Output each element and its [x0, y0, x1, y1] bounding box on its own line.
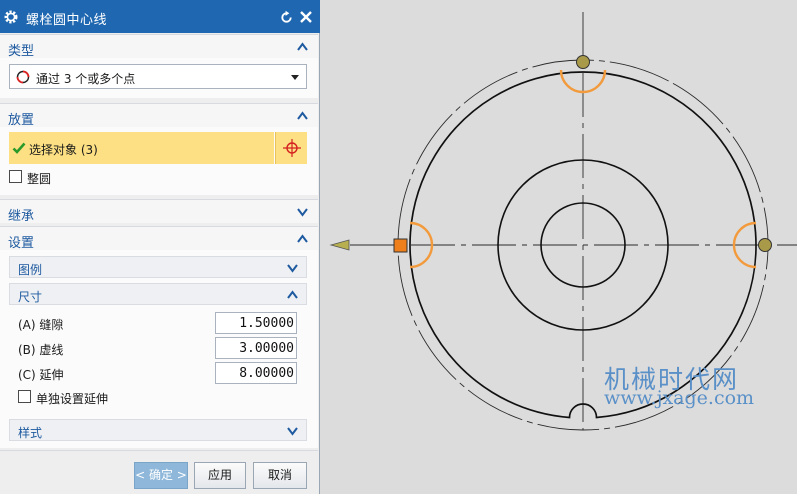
selected-point-right[interactable] [758, 238, 772, 252]
bolt-circle-centerline-dialog: 螺栓圆中心线 类型 通过 3 个或多个点 放置 选择对象 (3) 整圆 继承 设… [0, 0, 320, 494]
subsection-size-label: 尺寸 [18, 290, 43, 304]
separate-extension-label: 单独设置延伸 [36, 392, 109, 406]
chevron-up-icon [297, 234, 308, 243]
section-inherit-label: 继承 [8, 209, 35, 224]
extension-input[interactable] [215, 362, 297, 384]
close-icon[interactable] [299, 10, 313, 24]
separate-extension-checkbox[interactable]: 单独设置延伸 [18, 389, 114, 406]
selected-point-top[interactable] [576, 55, 590, 69]
dialog-titlebar: 螺栓圆中心线 [0, 0, 320, 33]
gap-label: (A) 缝隙 [18, 318, 64, 332]
full-circle-label: 整圆 [27, 172, 52, 186]
cancel-button[interactable]: 取消 [253, 462, 307, 489]
section-inherit-header[interactable]: 继承 [0, 199, 318, 224]
checkbox-box[interactable] [9, 170, 22, 183]
section-type-label: 类型 [8, 44, 35, 59]
chevron-up-icon [297, 111, 308, 120]
extension-label: (C) 延伸 [18, 368, 64, 382]
type-dropdown[interactable]: 通过 3 个或多个点 [9, 64, 307, 89]
type-dropdown-value: 通过 3 个或多个点 [36, 72, 136, 86]
section-placement-label: 放置 [8, 113, 35, 128]
dialog-title: 螺栓圆中心线 [26, 13, 108, 28]
crosshair-icon [283, 139, 301, 157]
section-type-header[interactable]: 类型 [0, 34, 318, 59]
dropdown-arrow-icon [291, 75, 299, 80]
subsection-legend-label: 图例 [18, 263, 43, 277]
subsection-style-label: 样式 [18, 426, 43, 440]
subsection-size-header[interactable]: 尺寸 [9, 283, 307, 305]
select-object-row[interactable]: 选择对象 (3) [9, 132, 274, 164]
reset-icon[interactable] [279, 10, 294, 25]
gap-field-row: (A) 缝隙 [18, 312, 300, 334]
chevron-down-icon [287, 427, 298, 436]
watermark-url: www.jxage.com [604, 387, 755, 409]
chevron-down-icon [287, 264, 298, 273]
extension-field-row: (C) 延伸 [18, 362, 300, 384]
checkmark-icon [12, 142, 26, 154]
circle-type-icon [16, 70, 30, 84]
section-settings-header[interactable]: 设置 [0, 226, 318, 251]
dash-label: (B) 虚线 [18, 343, 64, 357]
direction-arrow-icon[interactable] [329, 239, 350, 251]
section-settings-label: 设置 [8, 236, 35, 251]
gear-icon [4, 10, 18, 24]
full-circle-checkbox[interactable]: 整圆 [9, 169, 69, 186]
ok-button[interactable]: < 确定 > [134, 462, 188, 489]
select-object-label: 选择对象 (3) [29, 143, 98, 157]
selected-point-left[interactable] [393, 238, 408, 253]
checkbox-box[interactable] [18, 390, 31, 403]
chevron-up-icon [287, 290, 298, 299]
section-placement-header[interactable]: 放置 [0, 103, 318, 128]
dash-input[interactable] [215, 337, 297, 359]
dash-field-row: (B) 虚线 [18, 337, 300, 359]
chevron-down-icon [297, 208, 308, 217]
point-selector-button[interactable] [275, 132, 307, 164]
subsection-legend-header[interactable]: 图例 [9, 256, 307, 278]
apply-button[interactable]: 应用 [194, 462, 246, 489]
gap-input[interactable] [215, 312, 297, 334]
graphics-viewport[interactable] [321, 0, 797, 494]
chevron-up-icon [297, 42, 308, 51]
drawing-canvas[interactable] [321, 0, 797, 494]
subsection-style-header[interactable]: 样式 [9, 419, 307, 441]
